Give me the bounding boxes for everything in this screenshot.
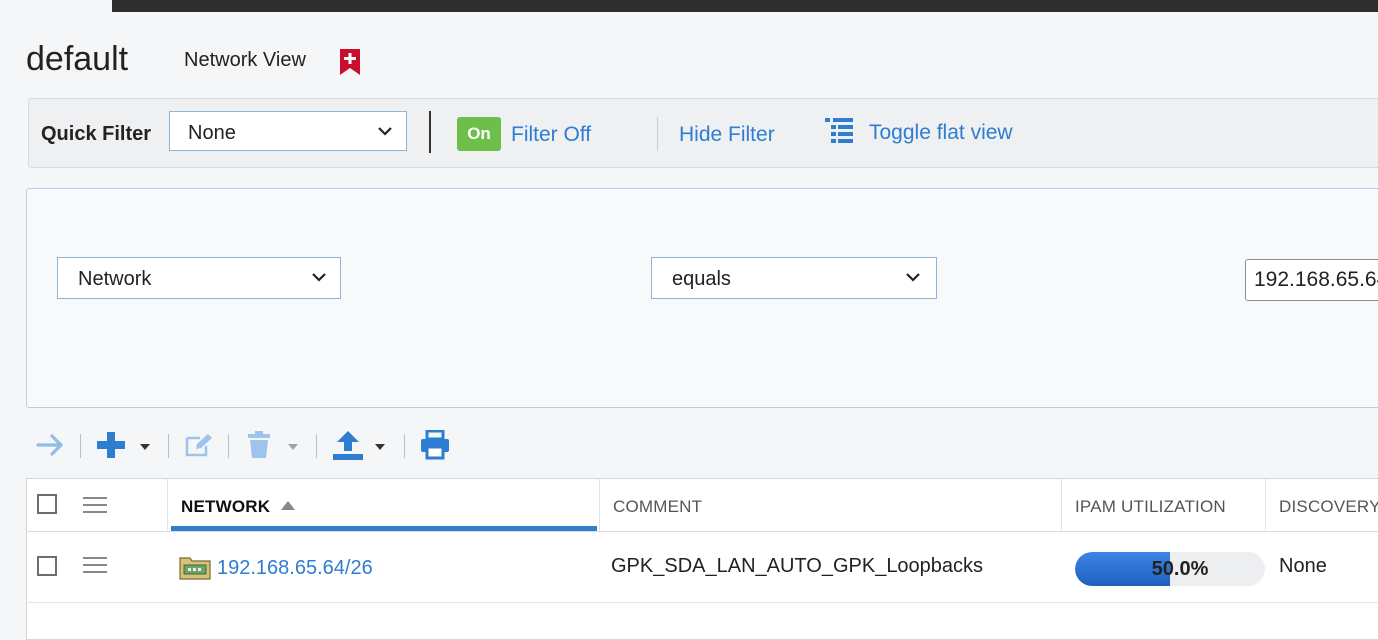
select-all-checkbox[interactable] (37, 494, 57, 514)
page: default Network View Quick Filter None O… (0, 12, 1378, 640)
grid-header: NETWORK COMMENT IPAM UTILIZATION DISCOVE… (27, 479, 1378, 532)
list-tree-icon[interactable] (825, 117, 855, 143)
column-divider (1061, 479, 1062, 531)
sorted-column-indicator (171, 526, 597, 531)
table-row[interactable]: 192.168.65.64/26 GPK_SDA_LAN_AUTO_GPK_Lo… (27, 532, 1378, 603)
filter-panel: Network equals 192.168.65.64/26 (26, 188, 1378, 408)
plus-icon[interactable] (96, 431, 126, 459)
filter-on-toggle[interactable]: On (457, 117, 501, 151)
edit-icon[interactable] (184, 432, 214, 458)
column-divider (167, 479, 168, 531)
quick-filter-value: None (188, 122, 236, 144)
filter-operator-value: equals (672, 268, 731, 290)
column-divider (599, 479, 600, 531)
chevron-down-icon (378, 127, 392, 136)
bookmark-add-icon[interactable] (339, 48, 361, 76)
quick-filter-select[interactable]: None (169, 111, 407, 151)
column-header-network[interactable]: NETWORK (181, 497, 270, 517)
menu-icon[interactable] (83, 496, 107, 514)
hide-filter-link[interactable]: Hide Filter (679, 123, 775, 147)
caret-down-icon[interactable] (288, 444, 298, 450)
trash-icon[interactable] (246, 431, 272, 459)
column-header-ipam-utilization[interactable]: IPAM UTILIZATION (1075, 497, 1226, 517)
toggle-flat-view-link[interactable]: Toggle flat view (869, 121, 1013, 145)
filter-value-input[interactable]: 192.168.65.64/26 (1245, 259, 1378, 301)
chevron-down-icon (906, 273, 920, 282)
column-header-comment[interactable]: COMMENT (613, 497, 702, 517)
divider (429, 111, 431, 153)
networks-grid: NETWORK COMMENT IPAM UTILIZATION DISCOVE… (26, 478, 1378, 640)
toolbar-divider (80, 434, 81, 458)
toolbar-divider (228, 434, 229, 458)
toolbar-divider (404, 434, 405, 458)
quick-filter-bar: Quick Filter None On Filter Off Hide Fil… (28, 98, 1378, 168)
ipam-utilization-value: 50.0% (1151, 558, 1209, 580)
filter-field-value: Network (78, 268, 152, 290)
row-menu-icon[interactable] (83, 556, 107, 574)
filter-field-select[interactable]: Network (57, 257, 341, 299)
grid-toolbar (26, 424, 526, 468)
column-divider (1265, 479, 1266, 531)
top-dark-bar (112, 0, 1378, 12)
arrow-right-icon[interactable] (36, 432, 66, 458)
network-link[interactable]: 192.168.65.64/26 (217, 557, 373, 580)
toolbar-divider (316, 434, 317, 458)
chevron-down-icon (312, 273, 326, 282)
filter-off-link[interactable]: Filter Off (511, 123, 591, 147)
row-checkbox[interactable] (37, 556, 57, 576)
discovery-cell: None (1279, 555, 1327, 577)
comment-cell: GPK_SDA_LAN_AUTO_GPK_Loopbacks (611, 555, 984, 577)
network-folder-icon (179, 557, 211, 580)
sort-ascending-icon[interactable] (281, 501, 295, 510)
caret-down-icon[interactable] (140, 444, 150, 450)
upload-icon[interactable] (332, 430, 364, 460)
page-title: default (26, 40, 129, 78)
caret-down-icon[interactable] (375, 444, 385, 450)
network-view-label: Network View (184, 49, 306, 71)
print-icon[interactable] (420, 430, 450, 460)
quick-filter-label: Quick Filter (41, 123, 152, 145)
divider-light (657, 117, 658, 151)
column-header-discovery[interactable]: DISCOVERY (1279, 497, 1378, 517)
toolbar-divider (168, 434, 169, 458)
filter-operator-select[interactable]: equals (651, 257, 937, 299)
